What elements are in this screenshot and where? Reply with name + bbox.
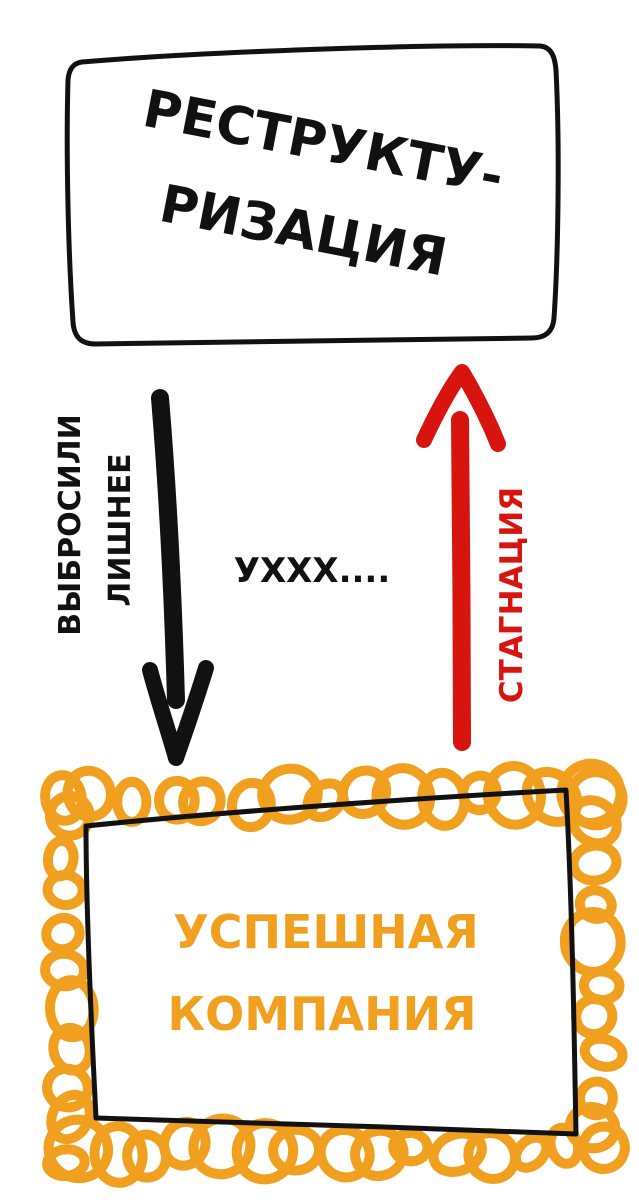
successful-company-line1: УСПЕШНАЯ bbox=[173, 905, 479, 959]
scribble-loop bbox=[571, 993, 618, 1040]
scribble-loop bbox=[41, 912, 85, 955]
up-arrow-shaft bbox=[451, 411, 471, 751]
restructuring-box: РЕСТРУКТУ- РИЗАЦИЯ bbox=[64, 43, 561, 347]
down-arrow-shaft bbox=[151, 389, 185, 709]
down-arrow bbox=[142, 389, 214, 766]
successful-company-box-outline bbox=[83, 787, 579, 1137]
scribble-loop bbox=[112, 776, 152, 827]
scribble-loop bbox=[568, 840, 622, 886]
up-arrow bbox=[416, 364, 506, 751]
scribble-loop bbox=[42, 1144, 90, 1182]
scribble-loop bbox=[579, 1033, 628, 1072]
stagnation-label: СТАГНАЦИЯ bbox=[494, 487, 530, 703]
thrown-out-label-line1: ВЫБРОСИЛИ bbox=[53, 414, 88, 635]
cycle-diagram: РЕСТРУКТУ- РИЗАЦИЯ ВЫБРОСИЛИ ЛИШНЕЕ УХХХ… bbox=[40, 43, 630, 1188]
restructuring-title-line2: РИЗАЦИЯ bbox=[155, 174, 452, 288]
thrown-out-label-line2: ЛИШНЕЕ bbox=[103, 453, 138, 606]
successful-company-line2: КОМПАНИЯ bbox=[168, 987, 477, 1041]
scribble-loop bbox=[42, 835, 79, 882]
middle-sigh-label: УХХХ.... bbox=[234, 551, 391, 591]
successful-company-box: УСПЕШНАЯ КОМПАНИЯ bbox=[40, 758, 630, 1188]
scribble-loop bbox=[40, 948, 90, 992]
